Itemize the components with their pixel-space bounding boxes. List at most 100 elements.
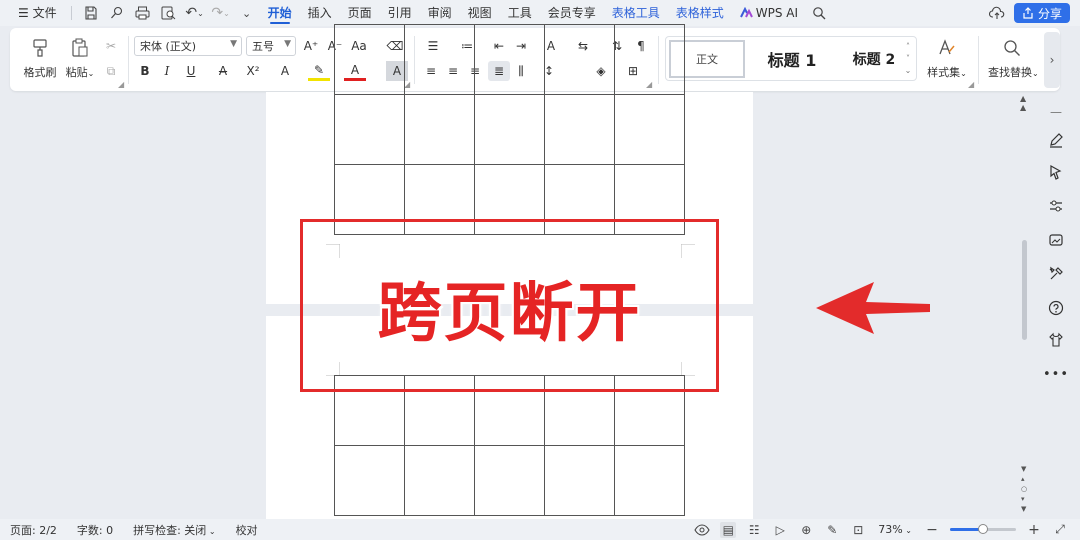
image-tools-icon[interactable] — [1044, 228, 1068, 252]
divider — [978, 36, 979, 84]
scroll-up-icon[interactable]: ▲ ▲ — [1020, 94, 1026, 112]
format-painter-button[interactable]: 格式刷 — [20, 36, 60, 80]
bold-icon[interactable]: B — [134, 61, 156, 81]
strikethrough-icon[interactable]: A — [212, 61, 234, 81]
status-bar: 页面: 2/2 字数: 0 拼写检查: 关闭 ⌄ 校对 ▤ ☷ ▷ ⊕ ✎ ⊡ … — [0, 519, 1080, 540]
format-painter-label: 格式刷 — [23, 66, 57, 79]
adjust-sliders-icon[interactable] — [1044, 194, 1068, 218]
find-icon[interactable] — [106, 2, 128, 24]
word-count[interactable]: 字数: 0 — [67, 522, 123, 538]
wps-ai-icon — [739, 7, 753, 18]
find-replace-button[interactable]: 查找替换⌄ — [988, 36, 1039, 80]
style-heading-2[interactable]: 标题 2 — [836, 40, 912, 78]
save-icon[interactable] — [80, 2, 102, 24]
grow-font-icon[interactable]: A⁺ — [300, 36, 322, 56]
font-size-select[interactable]: 五号 ▼ — [246, 36, 296, 56]
fullscreen-icon[interactable]: ⤢ — [1052, 522, 1068, 538]
divider — [70, 6, 72, 20]
tab-references[interactable]: 引用 — [382, 0, 418, 26]
style-set-button[interactable]: 样式集⌄ — [924, 36, 970, 80]
tab-insert[interactable]: 插入 — [302, 0, 338, 26]
table-row — [334, 24, 685, 95]
chevron-down-icon: ⌄ — [1032, 69, 1039, 78]
scrollbar-thumb[interactable] — [1022, 240, 1027, 340]
text-effect-icon[interactable]: A — [274, 61, 296, 81]
search-icon[interactable] — [808, 2, 830, 24]
web-view-icon[interactable]: ⊕ — [798, 522, 814, 538]
underline-icon[interactable]: U — [180, 61, 202, 81]
table-page-1[interactable] — [334, 24, 685, 235]
outline-view-icon[interactable]: ☷ — [746, 522, 762, 538]
fit-page-icon[interactable]: ⊡ — [850, 522, 866, 538]
annotation-text: 跨页断开 — [377, 277, 642, 351]
play-icon[interactable]: ▷ — [772, 522, 788, 538]
share-button[interactable]: 分享 — [1013, 3, 1070, 23]
undo-icon[interactable]: ↶ ⌄ — [184, 2, 206, 24]
zoom-in-icon[interactable]: + — [1026, 522, 1042, 538]
tab-page[interactable]: 页面 — [342, 0, 378, 26]
copy-icon[interactable]: ⧉ — [100, 61, 122, 81]
table-page-2[interactable] — [334, 375, 685, 516]
paste-button[interactable]: 粘贴⌄ — [60, 36, 100, 80]
tab-home[interactable]: 开始 — [262, 0, 298, 26]
eye-protect-icon[interactable] — [694, 522, 710, 538]
clipboard-expand-icon[interactable]: ◢ — [118, 80, 124, 89]
vertical-scrollbar[interactable]: ▲ ▲ ▼ ▴ ○ ▾ ▼ — [1020, 92, 1030, 518]
page-nav-icon[interactable]: ▼ ▴ ○ ▾ ▼ — [1021, 464, 1027, 514]
zoom-out-icon[interactable]: − — [924, 522, 940, 538]
tab-review[interactable]: 审阅 — [422, 0, 458, 26]
ribbon-scroll-right-button[interactable]: › — [1044, 32, 1060, 88]
style-gallery-scroll[interactable]: ˄ ˅ ⌄ — [903, 41, 913, 77]
select-cursor-icon[interactable] — [1044, 160, 1068, 184]
page-view-icon[interactable]: ▤ — [720, 521, 737, 538]
chevron-down-icon: ▼ — [230, 39, 237, 49]
style-heading-1[interactable]: 标题 1 — [752, 40, 832, 78]
superscript-icon[interactable]: X² — [242, 61, 264, 81]
find-replace-label-wrap: 查找替换⌄ — [988, 64, 1039, 80]
file-menu[interactable]: ☰ 文件 — [12, 0, 63, 26]
file-menu-label: 文件 — [32, 6, 57, 20]
print-preview-icon[interactable] — [158, 2, 180, 24]
chevron-down-icon: ⌄ — [206, 526, 216, 536]
wps-ai-button[interactable]: WPS AI — [734, 0, 804, 26]
italic-icon[interactable]: I — [156, 61, 178, 81]
more-icon[interactable]: ••• — [1043, 362, 1068, 386]
chevron-down-icon: ▼ — [284, 39, 291, 49]
print-icon[interactable] — [132, 2, 154, 24]
tab-table-tools[interactable]: 表格工具 — [606, 0, 666, 26]
tools-icon[interactable] — [1044, 262, 1068, 286]
style-set-icon — [924, 36, 970, 60]
more-quick-access-icon[interactable]: ⌄ — [236, 2, 258, 24]
redo-icon[interactable]: ↷ ⌄ — [210, 2, 232, 24]
style-set-label: 样式集 — [927, 66, 961, 79]
clothes-skin-icon[interactable] — [1044, 328, 1068, 352]
zoom-slider-handle[interactable] — [978, 524, 988, 534]
help-icon[interactable] — [1044, 296, 1068, 320]
tab-tools[interactable]: 工具 — [502, 0, 538, 26]
spell-check-toggle[interactable]: 拼写检查: 关闭 ⌄ — [123, 522, 225, 538]
zoom-slider[interactable] — [950, 524, 1016, 534]
edit-mode-icon[interactable]: ✎ — [824, 522, 840, 538]
cloud-upload-icon[interactable] — [986, 2, 1008, 24]
find-replace-label: 查找替换 — [988, 66, 1032, 79]
collapse-icon[interactable]: — — [1044, 100, 1068, 124]
share-label: 分享 — [1037, 6, 1062, 21]
pen-icon[interactable] — [1044, 128, 1068, 152]
right-sidebar: — ••• — [1038, 92, 1080, 518]
highlight-icon[interactable]: ✎ — [308, 61, 330, 81]
style-set-label-wrap: 样式集⌄ — [924, 64, 970, 80]
tab-view[interactable]: 视图 — [462, 0, 498, 26]
cut-icon[interactable]: ✂ — [100, 36, 122, 56]
chevron-down-icon: ⌄ — [960, 69, 967, 78]
annotation-arrow-icon — [816, 282, 930, 334]
chevron-down-icon: ⌄ — [197, 8, 204, 18]
zoom-level[interactable]: 73% ⌄ — [876, 523, 914, 536]
tab-member[interactable]: 会员专享 — [542, 0, 602, 26]
font-name-select[interactable]: 宋体 (正文) ▼ — [134, 36, 242, 56]
styles-expand-icon[interactable]: ◢ — [968, 80, 974, 89]
chevron-down-icon: ⌄ — [87, 69, 95, 78]
tab-table-style[interactable]: 表格样式 — [670, 0, 730, 26]
page-indicator[interactable]: 页面: 2/2 — [0, 522, 67, 538]
proofread-button[interactable]: 校对 — [226, 522, 268, 538]
wps-ai-label: WPS AI — [755, 6, 799, 20]
